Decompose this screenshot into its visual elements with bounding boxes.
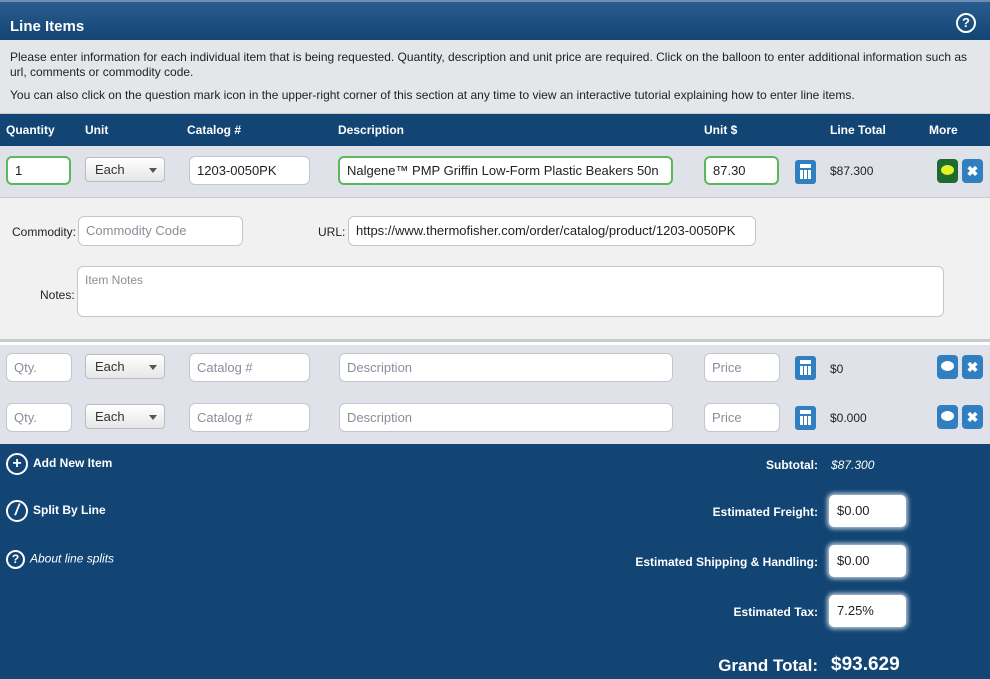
chevron-down-icon — [149, 415, 157, 420]
estimated-tax-label: Estimated Tax: — [733, 605, 818, 619]
column-line-total: Line Total — [830, 123, 886, 137]
column-unit: Unit — [85, 123, 109, 137]
section-title: Line Items — [10, 18, 85, 35]
estimated-tax-input[interactable]: 7.25% — [829, 595, 906, 627]
notes-textarea[interactable]: Item Notes — [77, 266, 944, 317]
unit-select[interactable]: Each — [85, 354, 165, 379]
split-by-line-label: Split By Line — [33, 503, 106, 518]
quantity-input[interactable]: Qty. — [6, 353, 72, 382]
calculator-icon[interactable] — [795, 160, 816, 184]
plus-circle-icon: + — [6, 453, 28, 475]
slash-circle-icon: / — [6, 500, 28, 522]
about-line-splits-link[interactable]: ? About line splits — [6, 550, 114, 569]
commodity-label: Commodity: — [12, 225, 77, 239]
line-total-value: $87.300 — [830, 164, 874, 178]
add-new-item-label: Add New Item — [33, 456, 113, 471]
unit-select-value: Each — [95, 162, 125, 177]
about-line-splits-label: About line splits — [30, 551, 115, 566]
line-item-row: Qty. Each Catalog # Description Price $0… — [0, 345, 990, 393]
price-input[interactable]: Price — [704, 403, 780, 432]
calculator-icon[interactable] — [795, 356, 816, 380]
add-new-item-button[interactable]: + Add New Item — [6, 453, 112, 475]
line-item-row: Qty. Each Catalog # Description Price $0… — [0, 393, 990, 444]
unit-select-value: Each — [95, 359, 125, 374]
close-icon[interactable]: ✖ — [962, 405, 983, 429]
description-input[interactable]: Description — [339, 403, 673, 432]
unit-select-value: Each — [95, 409, 125, 424]
url-label: URL: — [318, 225, 346, 239]
comment-balloon-icon[interactable] — [937, 355, 958, 379]
column-header-row: Quantity Unit Catalog # Description Unit… — [0, 114, 990, 146]
grand-total-label: Grand Total: — [718, 656, 818, 675]
subtotal-label: Subtotal: — [766, 458, 818, 472]
comment-balloon-icon[interactable] — [937, 405, 958, 429]
notes-label: Notes: — [40, 288, 75, 302]
estimated-shipping-input[interactable]: $0.00 — [829, 545, 906, 577]
url-input[interactable]: https://www.thermofisher.com/order/catal… — [348, 216, 756, 246]
close-icon[interactable]: ✖ — [962, 159, 983, 183]
question-circle-icon[interactable]: ? — [956, 13, 976, 33]
line-item-details: Commodity: Commodity Code URL: https://w… — [0, 197, 990, 342]
instructions-text-1: Please enter information for each indivi… — [10, 50, 967, 79]
column-unit-price: Unit $ — [704, 123, 738, 137]
estimated-freight-label: Estimated Freight: — [712, 505, 818, 519]
catalog-input[interactable]: Catalog # — [189, 353, 310, 382]
unit-select[interactable]: Each — [85, 157, 165, 182]
estimated-freight-input[interactable]: $0.00 — [829, 495, 906, 527]
unit-price-input[interactable]: 87.30 — [704, 156, 779, 185]
column-description: Description — [338, 123, 405, 137]
close-icon[interactable]: ✖ — [962, 355, 983, 379]
price-input[interactable]: Price — [704, 353, 780, 382]
instructions-text-2: You can also click on the question mark … — [10, 88, 855, 102]
column-catalog: Catalog # — [187, 123, 242, 137]
description-input[interactable]: Description — [339, 353, 673, 382]
line-total-value: $0.000 — [830, 411, 867, 425]
question-circle-icon: ? — [6, 550, 25, 569]
estimated-shipping-label: Estimated Shipping & Handling: — [635, 555, 818, 569]
chevron-down-icon — [149, 365, 157, 370]
description-input[interactable]: Nalgene™ PMP Griffin Low-Form Plastic Be… — [338, 156, 673, 185]
commodity-input[interactable]: Commodity Code — [78, 216, 243, 246]
line-item-row: 1 Each 1203-0050PK Nalgene™ PMP Griffin … — [0, 146, 990, 197]
line-total-value: $0 — [830, 362, 844, 376]
catalog-input[interactable]: Catalog # — [189, 403, 310, 432]
instructions-panel: Please enter information for each indivi… — [0, 40, 990, 114]
column-more: More — [929, 123, 958, 137]
calculator-icon[interactable] — [795, 406, 816, 430]
split-by-line-button[interactable]: / Split By Line — [6, 500, 106, 522]
column-quantity: Quantity — [6, 123, 55, 137]
unit-select[interactable]: Each — [85, 404, 165, 429]
grand-total-value: $93.629 — [831, 654, 900, 675]
quantity-input[interactable]: Qty. — [6, 403, 72, 432]
subtotal-value: $87.300 — [831, 458, 875, 472]
chevron-down-icon — [149, 168, 157, 173]
comment-balloon-icon[interactable] — [937, 159, 958, 183]
line-items-header: Line Items ? — [0, 0, 990, 40]
quantity-input[interactable]: 1 — [6, 156, 71, 185]
totals-panel: + Add New Item / Split By Line ? About line… — [0, 444, 990, 679]
catalog-input[interactable]: 1203-0050PK — [189, 156, 310, 185]
